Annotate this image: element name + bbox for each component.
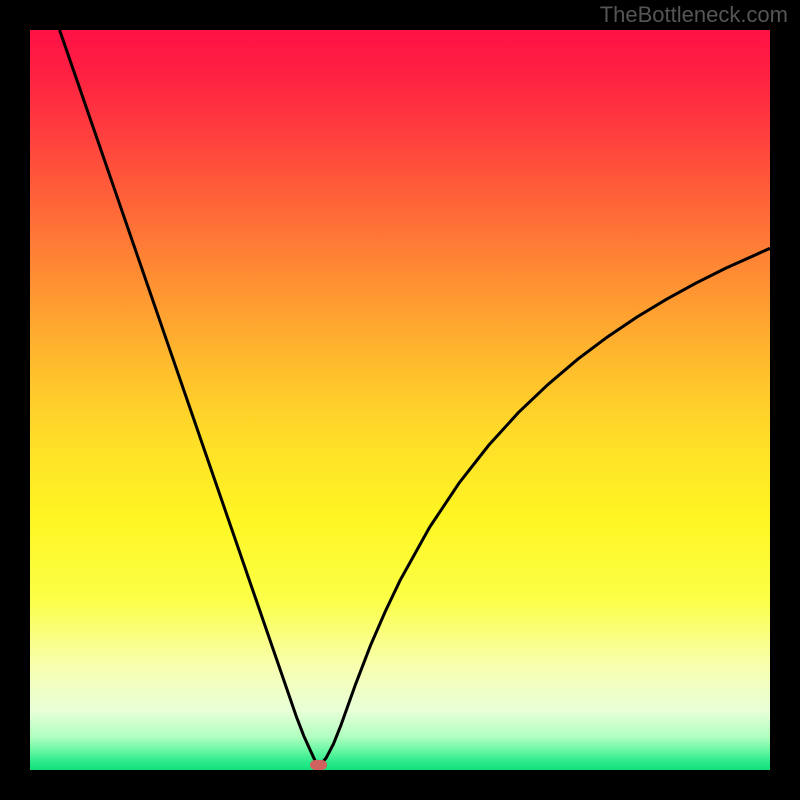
chart-plot-area [30, 30, 770, 770]
bottleneck-curve-line [60, 30, 770, 763]
watermark-text: TheBottleneck.com [600, 2, 788, 28]
optimal-point-marker [310, 760, 328, 770]
chart-curve-layer [30, 30, 770, 770]
